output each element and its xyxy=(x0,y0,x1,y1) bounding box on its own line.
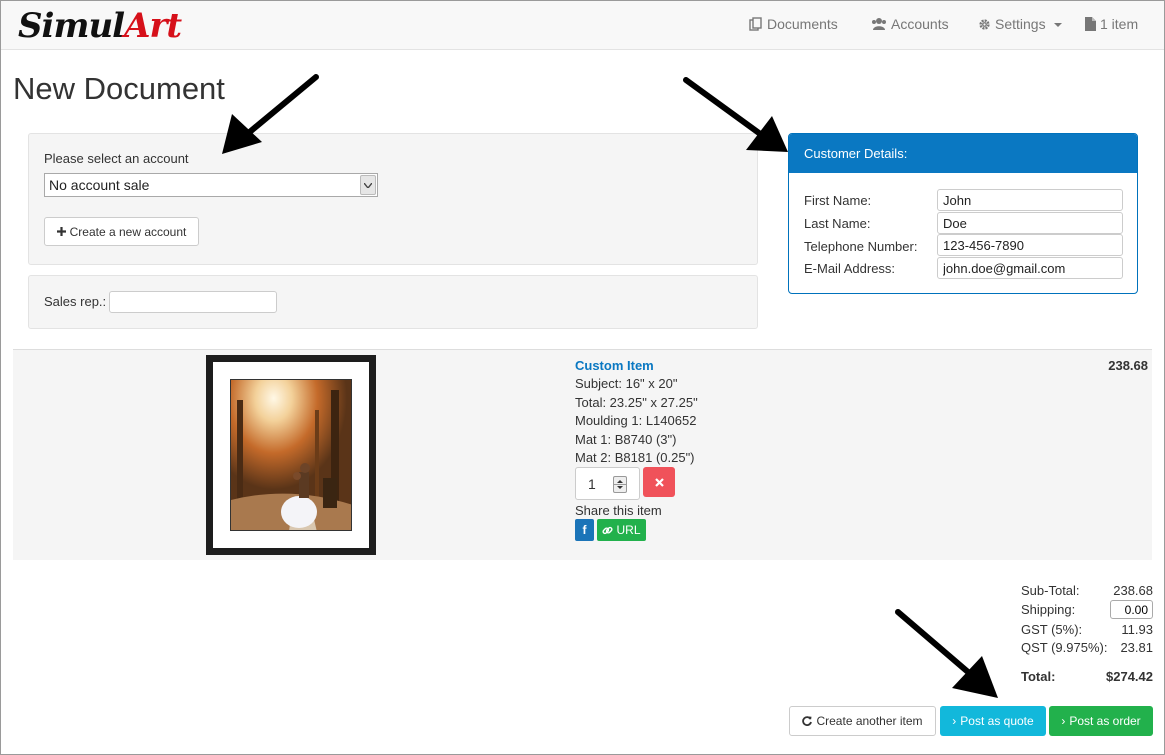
subtotal-value: 238.68 xyxy=(1113,583,1153,598)
plus-icon xyxy=(56,227,66,236)
phone-label: Telephone Number: xyxy=(804,239,918,254)
brand-logo[interactable]: SimulArt xyxy=(18,6,182,46)
item-price: 238.68 xyxy=(1108,358,1148,373)
first-name-field[interactable] xyxy=(937,189,1123,211)
subtotal-label: Sub-Total: xyxy=(1021,583,1080,598)
item-mat-2: Mat 2: B8181 (0.25") xyxy=(575,450,695,465)
spinner-arrows-icon[interactable] xyxy=(613,476,627,493)
gear-icon xyxy=(979,18,990,30)
create-another-item-button[interactable]: Create another item xyxy=(789,706,936,736)
nav-settings[interactable]: Settings xyxy=(978,16,1062,32)
share-label: Share this item xyxy=(575,503,662,518)
nav-cart[interactable]: 1 item xyxy=(1085,16,1138,32)
link-icon xyxy=(602,526,614,534)
nav-documents-label: Documents xyxy=(767,16,838,32)
account-select-label: Please select an account xyxy=(44,151,189,166)
phone-field[interactable] xyxy=(937,234,1123,256)
qst-value: 23.81 xyxy=(1120,640,1153,655)
users-icon xyxy=(872,18,886,30)
close-icon xyxy=(654,477,664,487)
nav-accounts[interactable]: Accounts xyxy=(871,16,949,32)
gst-value: 11.93 xyxy=(1121,622,1153,637)
chevron-right-icon: › xyxy=(952,714,957,728)
artwork-photo xyxy=(230,379,352,531)
documents-icon xyxy=(749,17,762,31)
shipping-input[interactable] xyxy=(1110,600,1153,619)
framed-artwork-preview[interactable] xyxy=(206,355,376,555)
item-title-link[interactable]: Custom Item xyxy=(575,358,654,373)
nav-cart-label: 1 item xyxy=(1100,16,1139,32)
refresh-icon xyxy=(802,716,813,726)
customer-details-heading: Customer Details: xyxy=(789,134,1137,173)
gst-label: GST (5%): xyxy=(1021,622,1083,637)
account-select[interactable]: No account sale xyxy=(44,173,378,197)
remove-item-button[interactable] xyxy=(643,467,675,497)
create-account-label: Create a new account xyxy=(69,224,187,239)
sales-rep-input[interactable] xyxy=(109,291,277,313)
item-total-size: Total: 23.25" x 27.25" xyxy=(575,395,698,410)
brand-part-2: Art xyxy=(124,6,182,46)
post-quote-label: Post as quote xyxy=(960,714,1034,728)
post-as-quote-button[interactable]: › Post as quote xyxy=(940,706,1046,736)
url-share-button[interactable]: URL xyxy=(597,519,646,541)
chevron-down-icon xyxy=(360,175,376,195)
total-label: Total: xyxy=(1021,669,1056,684)
item-subject: Subject: 16" x 20" xyxy=(575,376,678,391)
sales-rep-label: Sales rep.: xyxy=(44,294,107,309)
qst-label: QST (9.975%): xyxy=(1021,640,1108,655)
file-icon xyxy=(1085,17,1096,31)
last-name-label: Last Name: xyxy=(804,216,871,231)
page-title: New Document xyxy=(13,71,225,106)
post-order-label: Post as order xyxy=(1069,714,1141,728)
nav-documents[interactable]: Documents xyxy=(749,16,838,32)
mat xyxy=(213,362,369,548)
nav-settings-label: Settings xyxy=(995,16,1046,32)
email-label: E-Mail Address: xyxy=(804,261,896,276)
nav-accounts-label: Accounts xyxy=(891,16,949,32)
item-mat-1: Mat 1: B8740 (3") xyxy=(575,432,677,447)
item-moulding: Moulding 1: L140652 xyxy=(575,413,697,428)
create-another-label: Create another item xyxy=(816,714,923,728)
last-name-field[interactable] xyxy=(937,212,1123,234)
brand-part-1: Simul xyxy=(18,6,125,46)
customer-details-panel: Customer Details: First Name: Last Name:… xyxy=(788,133,1138,294)
facebook-share-button[interactable]: f xyxy=(575,519,594,541)
chevron-down-icon xyxy=(1053,23,1062,27)
first-name-label: First Name: xyxy=(804,193,872,208)
email-field[interactable] xyxy=(937,257,1123,279)
facebook-icon: f xyxy=(582,523,587,537)
shipping-label: Shipping: xyxy=(1021,602,1076,617)
total-value: $274.42 xyxy=(1106,669,1153,684)
account-select-value: No account sale xyxy=(49,177,150,193)
post-as-order-button[interactable]: › Post as order xyxy=(1049,706,1153,736)
url-share-label: URL xyxy=(616,523,641,537)
create-account-button[interactable]: Create a new account xyxy=(44,217,199,246)
quantity-value: 1 xyxy=(588,476,596,492)
chevron-right-icon: › xyxy=(1061,714,1066,728)
quantity-stepper[interactable]: 1 xyxy=(575,467,640,500)
